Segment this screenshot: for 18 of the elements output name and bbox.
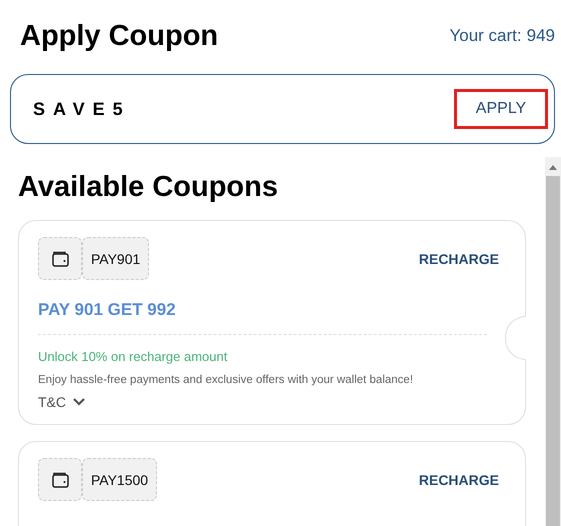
terms-toggle[interactable]: T&C [38,394,86,410]
coupon-field[interactable]: SAVE5 APPLY [10,74,555,144]
wallet-icon [38,237,82,280]
coupon-code: PAY901 [82,237,150,280]
chevron-down-icon[interactable] [72,397,86,407]
benefit-text: Unlock 10% on recharge amount [38,349,228,364]
cart-label: Your cart: [449,26,522,46]
scrollbar[interactable] [545,157,561,526]
wallet-icon [38,458,82,501]
description-text: Enjoy hassle-free payments and exclusive offers with your wallet balance! [38,374,414,386]
offer-title: PAY 901 GET 992 [38,300,177,320]
cart-total: 949 [526,26,555,46]
page-title: Apply Coupon [20,20,218,52]
section-title: Available Coupons [18,171,279,204]
recharge-button[interactable]: RECHARGE [418,472,499,488]
apply-button[interactable]: APPLY [454,89,548,129]
coupon-code: PAY1500 [82,458,158,501]
recharge-button[interactable]: RECHARGE [418,250,499,266]
